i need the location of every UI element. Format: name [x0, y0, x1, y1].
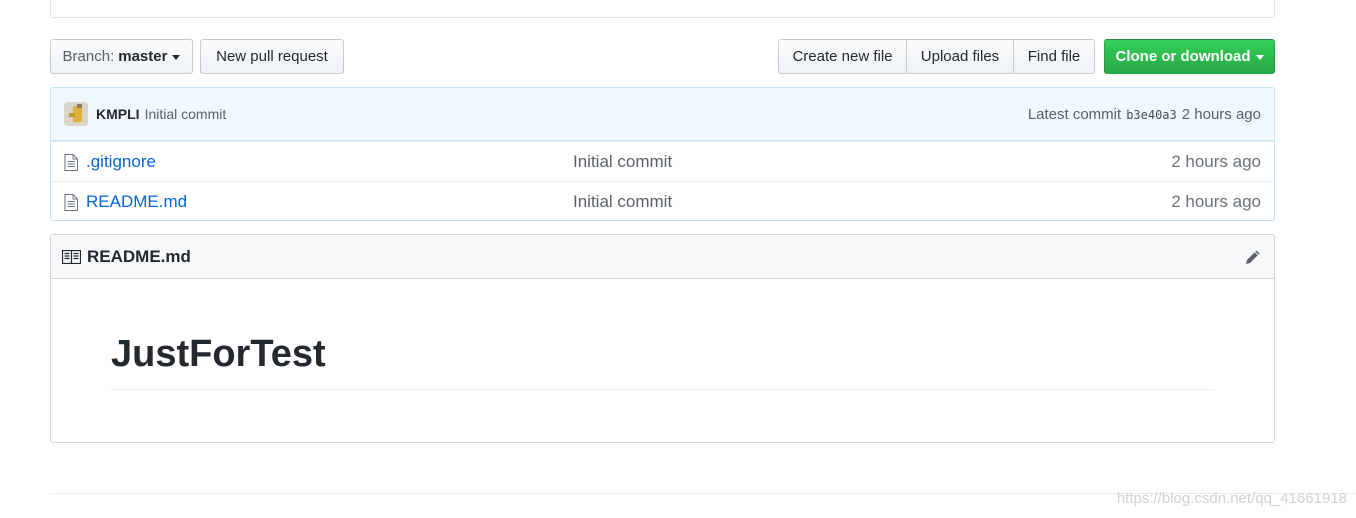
file-age: 2 hours ago: [1171, 151, 1261, 171]
commit-author[interactable]: KMPLI: [96, 106, 140, 122]
clone-button-label: Clone or download: [1115, 48, 1251, 65]
commit-tease: KMPLI Initial commit Latest commit b3e40…: [51, 88, 1274, 141]
table-row: .gitignore Initial commit 2 hours ago: [51, 141, 1274, 181]
create-new-file-button[interactable]: Create new file: [778, 39, 907, 74]
commit-age: 2 hours ago: [1181, 106, 1261, 123]
new-pull-request-button[interactable]: New pull request: [200, 39, 344, 74]
watermark: https://blog.csdn.net/qq_41661918: [1116, 490, 1347, 507]
latest-commit-info: Latest commit b3e40a3 2 hours ago: [1028, 88, 1261, 141]
file-icon: [64, 194, 78, 211]
repo-summary-box: [50, 0, 1275, 18]
file-actions-group: Create new file Upload files Find file: [778, 39, 1095, 74]
file-commit-message[interactable]: Initial commit: [573, 192, 672, 212]
readme-heading: JustForTest: [111, 333, 1215, 390]
commit-sha[interactable]: b3e40a3: [1126, 108, 1177, 122]
commit-message[interactable]: Initial commit: [145, 106, 227, 122]
chevron-down-icon: [172, 55, 181, 60]
file-link[interactable]: .gitignore: [86, 152, 156, 172]
branch-label: Branch:: [62, 48, 115, 65]
file-commit-message[interactable]: Initial commit: [573, 152, 672, 172]
pencil-icon[interactable]: [1244, 248, 1262, 266]
upload-files-button[interactable]: Upload files: [906, 39, 1014, 74]
branch-value: master: [118, 48, 168, 65]
avatar[interactable]: [64, 102, 88, 126]
file-table: KMPLI Initial commit Latest commit b3e40…: [50, 87, 1275, 221]
latest-commit-label: Latest commit: [1027, 106, 1122, 123]
branch-select-button[interactable]: Branch: master: [50, 39, 193, 74]
clone-or-download-button[interactable]: Clone or download: [1104, 39, 1275, 74]
readme-title: README.md: [87, 247, 191, 266]
book-icon: [62, 250, 81, 264]
table-row: README.md Initial commit 2 hours ago: [51, 181, 1274, 220]
file-link[interactable]: README.md: [86, 192, 187, 212]
file-age: 2 hours ago: [1171, 191, 1261, 211]
chevron-down-icon: [1255, 55, 1264, 60]
file-icon: [64, 154, 78, 171]
find-file-button[interactable]: Find file: [1013, 39, 1095, 74]
readme-box: README.md JustForTest: [50, 234, 1275, 443]
repo-page: Branch: master New pull request Create n…: [0, 0, 1356, 518]
readme-header: README.md: [51, 235, 1274, 279]
